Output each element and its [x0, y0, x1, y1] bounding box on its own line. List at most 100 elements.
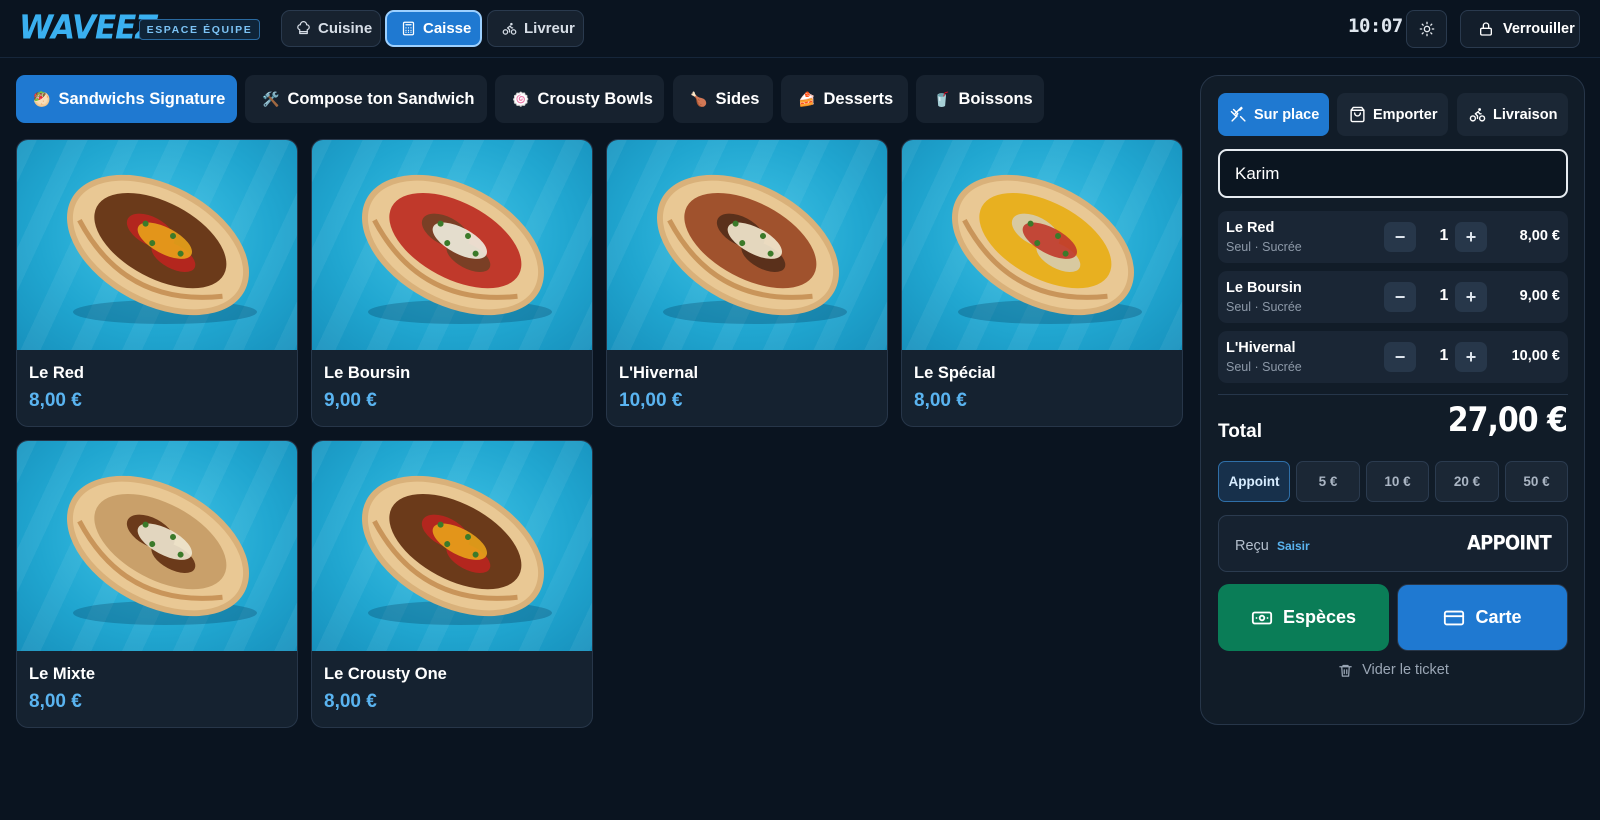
sandwich-illustration — [362, 174, 552, 324]
product-name: Le Spécial — [914, 364, 996, 382]
decrease-qty-button[interactable]: − — [1384, 282, 1416, 312]
sun-icon — [1419, 21, 1434, 37]
tab-label: Desserts — [823, 89, 894, 108]
service-label: Emporter — [1373, 106, 1438, 123]
service-emporter-button[interactable]: Emporter — [1337, 93, 1448, 136]
line-name: Le Red — [1226, 220, 1275, 236]
tools-icon: 🛠️ — [262, 90, 280, 107]
product-card-le-red[interactable]: Le Red 8,00 € — [16, 139, 298, 427]
order-panel: Sur place Emporter Livraison Le Red Seul… — [1200, 75, 1585, 725]
top-bar: WAVEEZ ESPACE ÉQUIPE Cuisine Caisse Livr… — [0, 0, 1600, 58]
pay-card-label: Carte — [1475, 607, 1522, 627]
product-card-l-hivernal[interactable]: L'Hivernal 10,00 € — [606, 139, 888, 427]
tab-sides[interactable]: 🍗 Sides — [673, 75, 773, 123]
increase-qty-button[interactable]: + — [1455, 222, 1487, 252]
product-card-le-mixte[interactable]: Le Mixte 8,00 € — [16, 440, 298, 728]
product-photo — [17, 140, 297, 350]
customer-name-input[interactable] — [1218, 149, 1568, 198]
bike-icon — [502, 22, 517, 35]
product-card-le-special[interactable]: Le Spécial 8,00 € — [901, 139, 1183, 427]
tab-label: Crousty Bowls — [537, 89, 653, 108]
product-price: 10,00 € — [619, 390, 683, 411]
mode-cuisine-button[interactable]: Cuisine — [281, 10, 381, 47]
tab-label: Sandwichs Signature — [58, 89, 226, 108]
received-label: Reçu — [1235, 538, 1269, 554]
lock-button[interactable]: Verrouiller — [1460, 10, 1580, 48]
lock-label: Verrouiller — [1503, 21, 1575, 37]
tab-sandwichs-signature[interactable]: 🥙 Sandwichs Signature — [16, 75, 237, 123]
product-card-le-crousty-one[interactable]: Le Crousty One 8,00 € — [311, 440, 593, 728]
product-name: Le Boursin — [324, 364, 411, 382]
line-qty: 1 — [1439, 227, 1449, 244]
lock-icon — [1480, 22, 1492, 36]
order-line: Le Red Seul · Sucrée − 1 + 8,00 € — [1218, 211, 1568, 263]
clear-ticket-button[interactable]: Vider le ticket — [1201, 662, 1586, 678]
line-name: L'Hivernal — [1226, 340, 1296, 356]
bike-icon — [1469, 108, 1486, 122]
cup-icon: 🥤 — [933, 90, 951, 107]
sandwich-illustration — [67, 475, 257, 625]
cash-5-button[interactable]: 5 € — [1296, 461, 1360, 502]
product-price: 8,00 € — [29, 390, 82, 411]
total-label: Total — [1218, 421, 1262, 442]
sandwich-illustration — [362, 475, 552, 625]
tab-label: Sides — [715, 89, 760, 108]
line-qty: 1 — [1439, 347, 1449, 364]
pay-cash-button[interactable]: Espèces — [1218, 584, 1389, 651]
tab-compose-sandwich[interactable]: 🛠️ Compose ton Sandwich — [245, 75, 487, 123]
clear-ticket-label: Vider le ticket — [1362, 662, 1449, 678]
order-line: L'Hivernal Seul · Sucrée − 1 + 10,00 € — [1218, 331, 1568, 383]
product-photo — [607, 140, 887, 350]
mode-livreur-button[interactable]: Livreur — [487, 10, 584, 47]
cash-10-button[interactable]: 10 € — [1366, 461, 1429, 502]
received-enter-link[interactable]: Saisir — [1277, 539, 1310, 553]
decrease-qty-button[interactable]: − — [1384, 342, 1416, 372]
drumstick-icon: 🍗 — [690, 90, 708, 107]
product-card-le-boursin[interactable]: Le Boursin 9,00 € — [311, 139, 593, 427]
increase-qty-button[interactable]: + — [1455, 342, 1487, 372]
line-name: Le Boursin — [1226, 280, 1302, 296]
cash-appoint-button[interactable]: Appoint — [1218, 461, 1290, 502]
tab-crousty-bowls[interactable]: 🍥 Crousty Bowls — [495, 75, 664, 123]
cash-20-button[interactable]: 20 € — [1435, 461, 1499, 502]
product-price: 8,00 € — [324, 691, 377, 712]
tab-boissons[interactable]: 🥤 Boissons — [916, 75, 1044, 123]
tab-label: Boissons — [958, 89, 1033, 108]
tab-desserts[interactable]: 🍰 Desserts — [781, 75, 908, 123]
pay-card-button[interactable]: Carte — [1397, 584, 1568, 651]
line-options: Seul · Sucrée — [1226, 360, 1302, 374]
mode-cuisine-label: Cuisine — [318, 20, 373, 37]
received-amount-field[interactable]: Reçu Saisir APPOINT — [1218, 515, 1568, 572]
product-photo — [902, 140, 1182, 350]
shopping-bag-icon — [1350, 106, 1365, 123]
product-price: 8,00 € — [29, 691, 82, 712]
product-price: 9,00 € — [324, 390, 377, 411]
service-livraison-button[interactable]: Livraison — [1457, 93, 1568, 136]
theme-toggle-button[interactable] — [1406, 10, 1447, 48]
service-label: Sur place — [1254, 106, 1320, 123]
product-name: Le Red — [29, 364, 85, 382]
wrap-icon: 🥙 — [33, 90, 51, 107]
cash-50-button[interactable]: 50 € — [1505, 461, 1568, 502]
decrease-qty-button[interactable]: − — [1384, 222, 1416, 252]
cake-icon: 🍰 — [798, 90, 816, 107]
received-value: APPOINT — [1466, 531, 1552, 556]
line-price: 8,00 € — [1519, 228, 1560, 244]
product-name: L'Hivernal — [619, 364, 699, 382]
product-photo — [312, 140, 592, 350]
product-name: Le Crousty One — [324, 665, 447, 683]
brand-logo: WAVEEZ — [19, 9, 158, 47]
calculator-icon — [402, 21, 415, 36]
line-price: 9,00 € — [1519, 288, 1560, 304]
product-price: 8,00 € — [914, 390, 967, 411]
pay-cash-label: Espèces — [1282, 607, 1357, 627]
clock: 10:07 — [1348, 15, 1403, 37]
mode-livreur-label: Livreur — [524, 20, 575, 37]
product-photo — [312, 441, 592, 651]
product-name: Le Mixte — [29, 665, 96, 683]
service-sur-place-button[interactable]: Sur place — [1218, 93, 1329, 136]
mode-caisse-label: Caisse — [423, 20, 472, 37]
mode-caisse-button[interactable]: Caisse — [385, 10, 482, 47]
sandwich-illustration — [952, 174, 1142, 324]
increase-qty-button[interactable]: + — [1455, 282, 1487, 312]
